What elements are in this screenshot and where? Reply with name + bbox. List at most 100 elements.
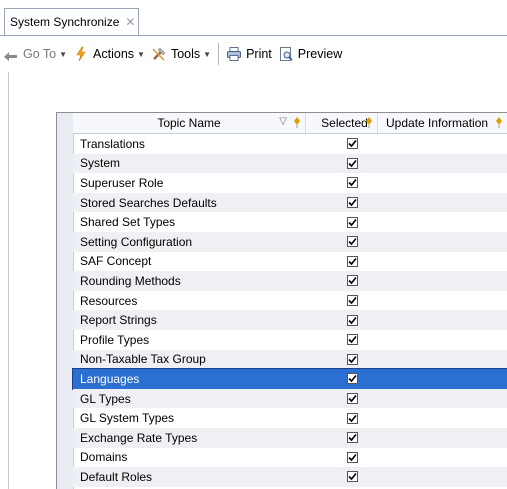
table-row[interactable]: Rounding Methods — [73, 271, 507, 291]
table-row[interactable]: Default Roles — [73, 467, 507, 487]
topic-name-cell[interactable]: Resources — [73, 294, 306, 308]
goto-button[interactable]: Go To ▼ — [0, 43, 70, 65]
grid-rows: Translations System Superuser Role Stored S… — [72, 134, 507, 487]
topic-name-cell[interactable]: GL System Types — [73, 411, 306, 425]
checkmark-icon — [347, 453, 357, 461]
checkmark-icon — [347, 434, 357, 442]
selected-cell — [306, 432, 378, 444]
tab-system-synchronize[interactable]: System Synchronize ✕ — [4, 8, 139, 35]
topic-name-cell[interactable]: SAF Concept — [73, 254, 306, 268]
table-row[interactable]: Translations — [73, 134, 507, 154]
selected-checkbox[interactable] — [346, 314, 358, 326]
pin-icon[interactable] — [366, 117, 372, 128]
topic-name-cell[interactable]: Languages — [73, 372, 306, 386]
selected-cell — [306, 412, 378, 424]
filter-icon[interactable]: ▽ — [279, 116, 287, 127]
selected-checkbox[interactable] — [346, 255, 358, 267]
selected-cell — [306, 197, 378, 209]
selected-checkbox[interactable] — [346, 157, 358, 169]
topic-name-cell[interactable]: Exchange Rate Types — [73, 431, 306, 445]
selected-checkbox[interactable] — [346, 275, 358, 287]
selected-checkbox[interactable] — [346, 373, 358, 385]
checkmark-icon — [347, 199, 357, 207]
selected-cell — [306, 177, 378, 189]
topic-name-cell[interactable]: Rounding Methods — [73, 274, 306, 288]
table-row[interactable]: Stored Searches Defaults — [73, 192, 507, 213]
topic-name-cell[interactable]: Default Roles — [73, 470, 306, 484]
checkmark-icon — [347, 297, 357, 305]
tools-icon — [151, 46, 167, 62]
preview-label: Preview — [297, 47, 343, 61]
topic-name-cell[interactable]: Non-Taxable Tax Group — [73, 352, 306, 366]
selected-checkbox[interactable] — [346, 295, 358, 307]
checkmark-icon — [347, 336, 357, 344]
table-row[interactable]: Exchange Rate Types — [73, 427, 507, 448]
table-row[interactable]: Superuser Role — [73, 173, 507, 193]
selected-checkbox[interactable] — [346, 432, 358, 444]
table-row[interactable]: SAF Concept — [73, 252, 507, 272]
selected-checkbox[interactable] — [346, 138, 358, 150]
row-selector-column[interactable] — [57, 113, 74, 489]
toolbar-separator — [218, 43, 220, 65]
table-row[interactable]: Report Strings — [73, 310, 507, 330]
print-button[interactable]: Print — [223, 43, 275, 65]
preview-icon — [278, 46, 294, 62]
table-row[interactable]: Domains — [73, 448, 507, 468]
topic-name-cell[interactable]: Profile Types — [73, 333, 306, 347]
selected-cell — [306, 393, 378, 405]
topic-name-cell[interactable]: Shared Set Types — [73, 215, 306, 229]
goto-label: Go To — [23, 47, 57, 61]
selected-checkbox[interactable] — [346, 216, 358, 228]
topic-name-cell[interactable]: Superuser Role — [73, 176, 306, 190]
table-row[interactable]: System — [73, 153, 507, 174]
topic-name-cell[interactable]: Translations — [73, 137, 306, 151]
lightning-icon — [73, 46, 89, 62]
table-row[interactable]: Profile Types — [73, 330, 507, 350]
close-icon[interactable]: ✕ — [125, 15, 135, 29]
selected-checkbox[interactable] — [346, 451, 358, 463]
table-row[interactable]: GL System Types — [73, 408, 507, 428]
table-row[interactable]: Setting Configuration — [73, 231, 507, 252]
checkmark-icon — [347, 159, 357, 168]
topic-name-cell[interactable]: GL Types — [73, 392, 306, 406]
topic-name-cell[interactable]: Report Strings — [73, 313, 306, 327]
checkmark-icon — [347, 395, 357, 403]
table-row[interactable]: GL Types — [73, 388, 507, 409]
checkmark-icon — [347, 140, 357, 148]
topic-name-cell[interactable]: Setting Configuration — [73, 235, 306, 249]
selected-cell — [306, 451, 378, 463]
selected-checkbox[interactable] — [346, 471, 358, 483]
actions-button[interactable]: Actions ▼ — [70, 43, 148, 65]
column-header-selected[interactable]: Selected — [306, 113, 378, 133]
topic-name-cell[interactable]: Stored Searches Defaults — [73, 196, 306, 210]
selected-checkbox[interactable] — [346, 236, 358, 248]
print-label: Print — [246, 47, 272, 61]
selected-checkbox[interactable] — [346, 393, 358, 405]
selected-checkbox[interactable] — [346, 334, 358, 346]
selected-checkbox[interactable] — [346, 177, 358, 189]
topic-name-cell[interactable]: System — [73, 156, 306, 170]
column-header-update-information[interactable]: Update Information — [378, 113, 507, 133]
pin-icon[interactable] — [294, 117, 300, 128]
topic-name-cell[interactable]: Domains — [73, 450, 306, 464]
preview-button[interactable]: Preview — [275, 43, 345, 65]
content-border — [8, 72, 9, 489]
selected-checkbox[interactable] — [346, 197, 358, 209]
table-row[interactable]: Non-Taxable Tax Group — [73, 349, 507, 370]
tools-button[interactable]: Tools ▼ — [148, 43, 214, 65]
selected-checkbox[interactable] — [346, 353, 358, 365]
pin-icon[interactable] — [496, 117, 502, 128]
table-row[interactable]: Languages — [72, 368, 507, 390]
topic-grid: Topic Name ▽ Selected Update Information… — [56, 112, 507, 489]
selected-cell — [306, 275, 378, 287]
tab-title: System Synchronize — [10, 15, 120, 29]
selected-cell — [306, 216, 378, 228]
checkmark-icon — [347, 218, 357, 226]
checkmark-icon — [347, 375, 357, 383]
table-row[interactable]: Shared Set Types — [73, 212, 507, 232]
table-row[interactable]: Resources — [73, 291, 507, 311]
checkmark-icon — [347, 179, 357, 187]
column-header-topic-name[interactable]: Topic Name ▽ — [73, 113, 306, 133]
selected-checkbox[interactable] — [346, 412, 358, 424]
chevron-down-icon: ▼ — [137, 49, 145, 59]
